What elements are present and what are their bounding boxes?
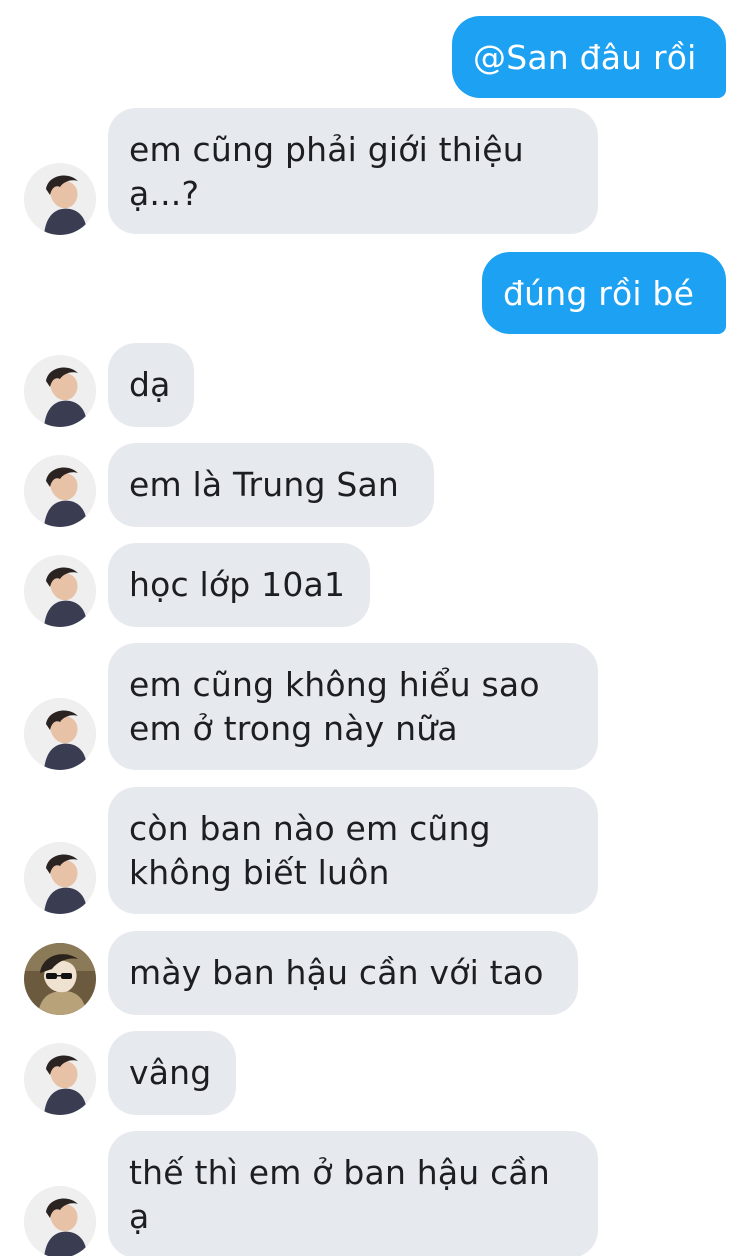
portrait-avatar-icon bbox=[24, 555, 96, 627]
sender-avatar[interactable] bbox=[24, 943, 96, 1015]
portrait-avatar-icon bbox=[24, 355, 96, 427]
portrait-avatar-icon bbox=[24, 1043, 96, 1115]
message-bubble-incoming[interactable]: em cũng không hiểu sao em ở trong này nữ… bbox=[108, 643, 598, 770]
sender-avatar[interactable] bbox=[24, 555, 96, 627]
message-bubble-incoming[interactable]: em là Trung San bbox=[108, 443, 434, 527]
message-bubble-outgoing[interactable]: đúng rồi bé bbox=[482, 252, 726, 334]
message-bubble-incoming[interactable]: em cũng phải giới thiệu ạ...? bbox=[108, 108, 598, 234]
sender-avatar[interactable] bbox=[24, 1186, 96, 1256]
sender-avatar[interactable] bbox=[24, 355, 96, 427]
sender-avatar[interactable] bbox=[24, 1043, 96, 1115]
message-bubble-incoming[interactable]: dạ bbox=[108, 343, 194, 427]
portrait-avatar-icon bbox=[24, 698, 96, 770]
sender-avatar[interactable] bbox=[24, 698, 96, 770]
sunglasses-avatar-icon bbox=[24, 943, 96, 1015]
sender-avatar[interactable] bbox=[24, 163, 96, 235]
message-bubble-incoming[interactable]: vâng bbox=[108, 1031, 236, 1115]
message-bubble-incoming[interactable]: còn ban nào em cũng không biết luôn bbox=[108, 787, 598, 914]
message-bubble-incoming[interactable]: mày ban hậu cần với tao bbox=[108, 931, 578, 1015]
portrait-avatar-icon bbox=[24, 163, 96, 235]
message-bubble-incoming[interactable]: thế thì em ở ban hậu cần ạ bbox=[108, 1131, 598, 1256]
sender-avatar[interactable] bbox=[24, 842, 96, 914]
portrait-avatar-icon bbox=[24, 455, 96, 527]
portrait-avatar-icon bbox=[24, 1186, 96, 1256]
sender-avatar[interactable] bbox=[24, 455, 96, 527]
message-bubble-incoming[interactable]: học lớp 10a1 bbox=[108, 543, 370, 627]
portrait-avatar-icon bbox=[24, 842, 96, 914]
message-bubble-outgoing[interactable]: @San đâu rồi bbox=[452, 16, 726, 98]
